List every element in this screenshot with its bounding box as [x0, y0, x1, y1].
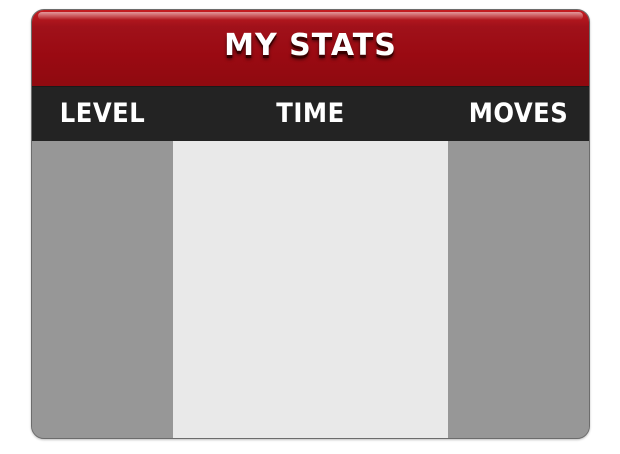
- moves-column: [448, 141, 589, 438]
- stats-table-body: [32, 141, 589, 438]
- column-header-moves: MOVES: [468, 98, 569, 129]
- column-header-level: LEVEL: [59, 98, 146, 129]
- time-column: [173, 141, 448, 438]
- column-header-time: TIME: [276, 98, 345, 129]
- panel-title: MY STATS: [224, 28, 397, 63]
- stats-table-header: LEVEL TIME MOVES: [32, 87, 589, 141]
- title-bar: MY STATS: [32, 10, 589, 87]
- level-column: [32, 141, 173, 438]
- stats-panel: MY STATS LEVEL TIME MOVES: [31, 9, 590, 439]
